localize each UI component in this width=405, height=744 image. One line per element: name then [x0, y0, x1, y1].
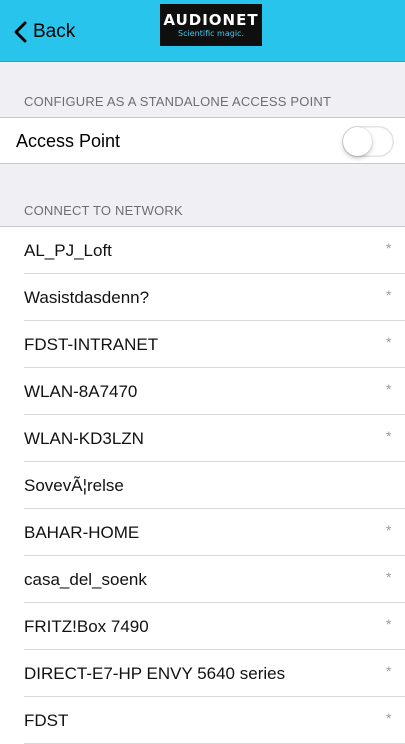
network-list: AL_PJ_Loft * Wasistdasdenn? * FDST-INTRANET *…: [0, 226, 405, 744]
secured-indicator: *: [386, 710, 392, 726]
back-label: Back: [33, 21, 76, 42]
navigation-bar: Back AUDIONET Scientific magic.: [0, 0, 405, 62]
network-row[interactable]: FDST *: [0, 697, 405, 744]
network-row[interactable]: SovevÃ¦relse: [0, 462, 405, 509]
network-name: SovevÃ¦relse: [24, 476, 124, 495]
chevron-left-icon: [14, 21, 27, 43]
network-name: WLAN-KD3LZN: [24, 429, 144, 448]
access-point-toggle[interactable]: [342, 126, 394, 157]
network-name: FRITZ!Box 7490: [24, 617, 149, 636]
network-section-header: CONNECT TO NETWORK: [24, 203, 183, 218]
secured-indicator: *: [386, 334, 392, 350]
logo-tagline: Scientific magic.: [178, 28, 244, 38]
secured-indicator: *: [386, 522, 392, 538]
secured-indicator: *: [386, 569, 392, 585]
network-row[interactable]: Wasistdasdenn? *: [0, 274, 405, 321]
network-name: FDST: [24, 711, 69, 730]
access-point-section-header: CONFIGURE AS A STANDALONE ACCESS POINT: [24, 94, 332, 109]
back-button[interactable]: Back: [14, 18, 75, 46]
network-row[interactable]: WLAN-KD3LZN *: [0, 415, 405, 462]
logo-wordmark: AUDIONET: [163, 10, 259, 29]
network-name: casa_del_soenk: [24, 570, 147, 589]
network-row[interactable]: AL_PJ_Loft *: [0, 227, 405, 274]
network-row[interactable]: WLAN-8A7470 *: [0, 368, 405, 415]
network-row[interactable]: FRITZ!Box 7490 *: [0, 603, 405, 650]
secured-indicator: *: [386, 287, 392, 303]
network-name: BAHAR-HOME: [24, 523, 140, 542]
network-row[interactable]: FDST-INTRANET *: [0, 321, 405, 368]
secured-indicator: *: [386, 381, 392, 397]
network-name: Wasistdasdenn?: [24, 288, 150, 307]
access-point-label: Access Point: [16, 131, 121, 151]
secured-indicator: *: [386, 663, 392, 679]
secured-indicator: *: [386, 428, 392, 444]
toggle-knob: [343, 127, 372, 156]
secured-indicator: *: [386, 240, 392, 256]
network-row[interactable]: casa_del_soenk *: [0, 556, 405, 603]
network-name: WLAN-8A7470: [24, 382, 138, 401]
network-row[interactable]: DIRECT-E7-HP ENVY 5640 series *: [0, 650, 405, 697]
network-name: AL_PJ_Loft: [24, 241, 112, 260]
network-row[interactable]: BAHAR-HOME *: [0, 509, 405, 556]
network-name: FDST-INTRANET: [24, 335, 159, 354]
audionet-logo: AUDIONET Scientific magic.: [160, 4, 262, 46]
access-point-row: Access Point: [0, 117, 405, 164]
network-name: DIRECT-E7-HP ENVY 5640 series: [24, 664, 286, 683]
secured-indicator: *: [386, 616, 392, 632]
